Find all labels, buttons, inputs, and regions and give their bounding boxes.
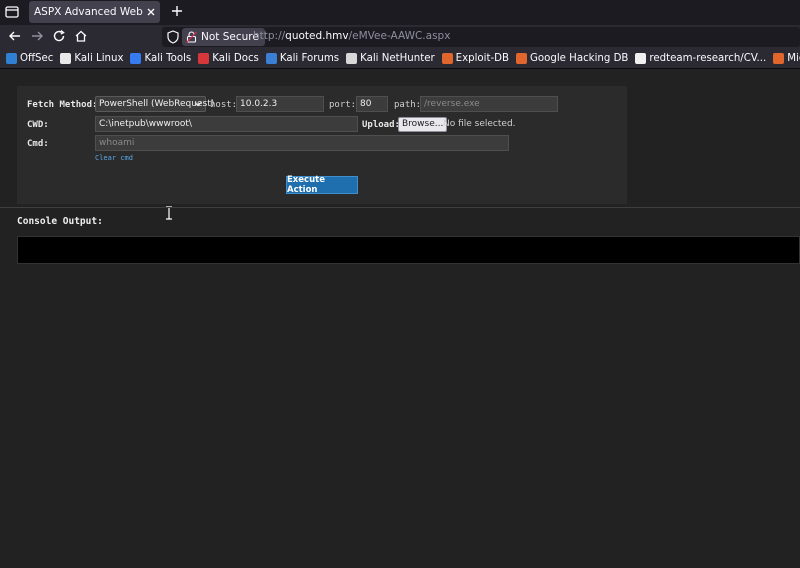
bookmark-label: Microsoft - NTLMv2 H...	[787, 53, 800, 64]
cwd-input[interactable]: C:\inetpub\wwwroot\	[95, 116, 358, 132]
chevron-down-icon	[194, 102, 202, 107]
cwd-label: CWD:	[27, 120, 49, 130]
bookmark-label: Google Hacking DB	[530, 53, 629, 64]
kali-tools-icon	[130, 53, 142, 64]
back-icon[interactable]	[8, 29, 22, 43]
bookmark-item[interactable]: Kali NetHunter	[346, 53, 435, 64]
close-tab-icon[interactable]	[145, 6, 157, 18]
exploit-db-icon	[441, 53, 453, 64]
tab-list-icon[interactable]	[4, 4, 20, 20]
bookmark-item[interactable]: Kali Docs	[198, 53, 259, 64]
github-icon	[635, 53, 647, 64]
console-output-box[interactable]	[17, 236, 800, 264]
bookmark-item[interactable]: Microsoft - NTLMv2 H...	[773, 53, 800, 64]
fetch-method-label: Fetch Method:	[27, 100, 98, 110]
offsec-icon	[6, 53, 17, 64]
path-input[interactable]: /reverse.exe	[420, 96, 558, 112]
bookmark-item[interactable]: Google Hacking DB	[516, 53, 628, 64]
execute-action-button[interactable]: Execute Action	[286, 175, 358, 195]
bookmark-label: Kali Tools	[144, 53, 192, 64]
url-text[interactable]: http://quoted.hmv/eMVee-AAWC.aspx	[253, 30, 450, 42]
url-path: /eMVee-AAWC.aspx	[348, 30, 451, 42]
bookmark-label: Kali Forums	[279, 53, 340, 64]
host-label: host:	[210, 100, 238, 110]
url-scheme: http://	[253, 30, 286, 42]
bookmark-label: Exploit-DB	[455, 53, 510, 64]
kali-forums-icon	[265, 53, 277, 64]
navigation-bar: Not Secure http://quoted.hmv/eMVee-AAWC.…	[0, 25, 800, 49]
url-host: quoted.hmv	[285, 30, 349, 42]
host-input[interactable]: 10.0.2.3	[236, 96, 324, 112]
divider	[0, 207, 800, 208]
bookmarks-toolbar: OffSec Kali Linux Kali Tools Kali Docs Kali …	[0, 49, 800, 69]
broken-lock-icon	[186, 31, 197, 43]
fetch-method-select[interactable]: PowerShell (WebRequest)	[95, 96, 214, 112]
ghdb-icon	[516, 53, 528, 64]
bookmark-item[interactable]: OffSec	[6, 53, 53, 64]
control-panel: Fetch Method: PowerShell (WebRequest) ho…	[17, 86, 627, 204]
port-label: port:	[329, 100, 357, 110]
port-input[interactable]: 80	[356, 96, 388, 112]
bookmark-item[interactable]: Exploit-DB	[441, 53, 510, 64]
console-output-heading: Console Output:	[17, 216, 103, 227]
bookmark-label: Kali NetHunter	[360, 53, 435, 64]
home-icon[interactable]	[74, 29, 88, 43]
microsoft-icon	[773, 53, 785, 64]
bookmark-item[interactable]: Kali Tools	[130, 53, 191, 64]
page-content: Fetch Method: PowerShell (WebRequest) ho…	[0, 69, 800, 568]
tab-title: ASPX Advanced Web Control	[34, 6, 146, 18]
bookmark-label: OffSec	[20, 53, 54, 64]
kali-dragon-icon	[60, 53, 72, 64]
bookmark-item[interactable]: Kali Forums	[265, 53, 340, 64]
shield-icon[interactable]	[167, 30, 179, 44]
cmd-label: Cmd:	[27, 139, 49, 149]
bookmark-item[interactable]: redteam-research/CV...	[635, 53, 766, 64]
bookmark-label: redteam-research/CV...	[649, 53, 767, 64]
nethunter-icon	[346, 53, 358, 64]
forward-icon[interactable]	[30, 29, 44, 43]
upload-label: Upload:	[362, 120, 400, 130]
text-cursor-icon	[166, 206, 172, 220]
browse-button[interactable]: Browse...	[398, 117, 448, 132]
cmd-input[interactable]: whoami	[95, 135, 509, 151]
clear-cmd-link[interactable]: Clear cmd	[95, 154, 133, 162]
kali-docs-icon	[198, 53, 210, 64]
bookmark-label: Kali Docs	[212, 53, 259, 64]
address-bar[interactable]: Not Secure http://quoted.hmv/eMVee-AAWC.…	[162, 27, 800, 47]
not-secure-label: Not Secure	[201, 31, 259, 43]
tab-active[interactable]: ASPX Advanced Web Control	[29, 1, 160, 23]
bookmark-label: Kali Linux	[74, 53, 124, 64]
no-file-selected-label: No file selected.	[443, 119, 516, 129]
reload-icon[interactable]	[52, 29, 66, 43]
tab-bar: ASPX Advanced Web Control	[0, 0, 800, 25]
path-label: path:	[394, 100, 422, 110]
bookmark-item[interactable]: Kali Linux	[60, 53, 123, 64]
new-tab-icon[interactable]	[170, 4, 184, 18]
